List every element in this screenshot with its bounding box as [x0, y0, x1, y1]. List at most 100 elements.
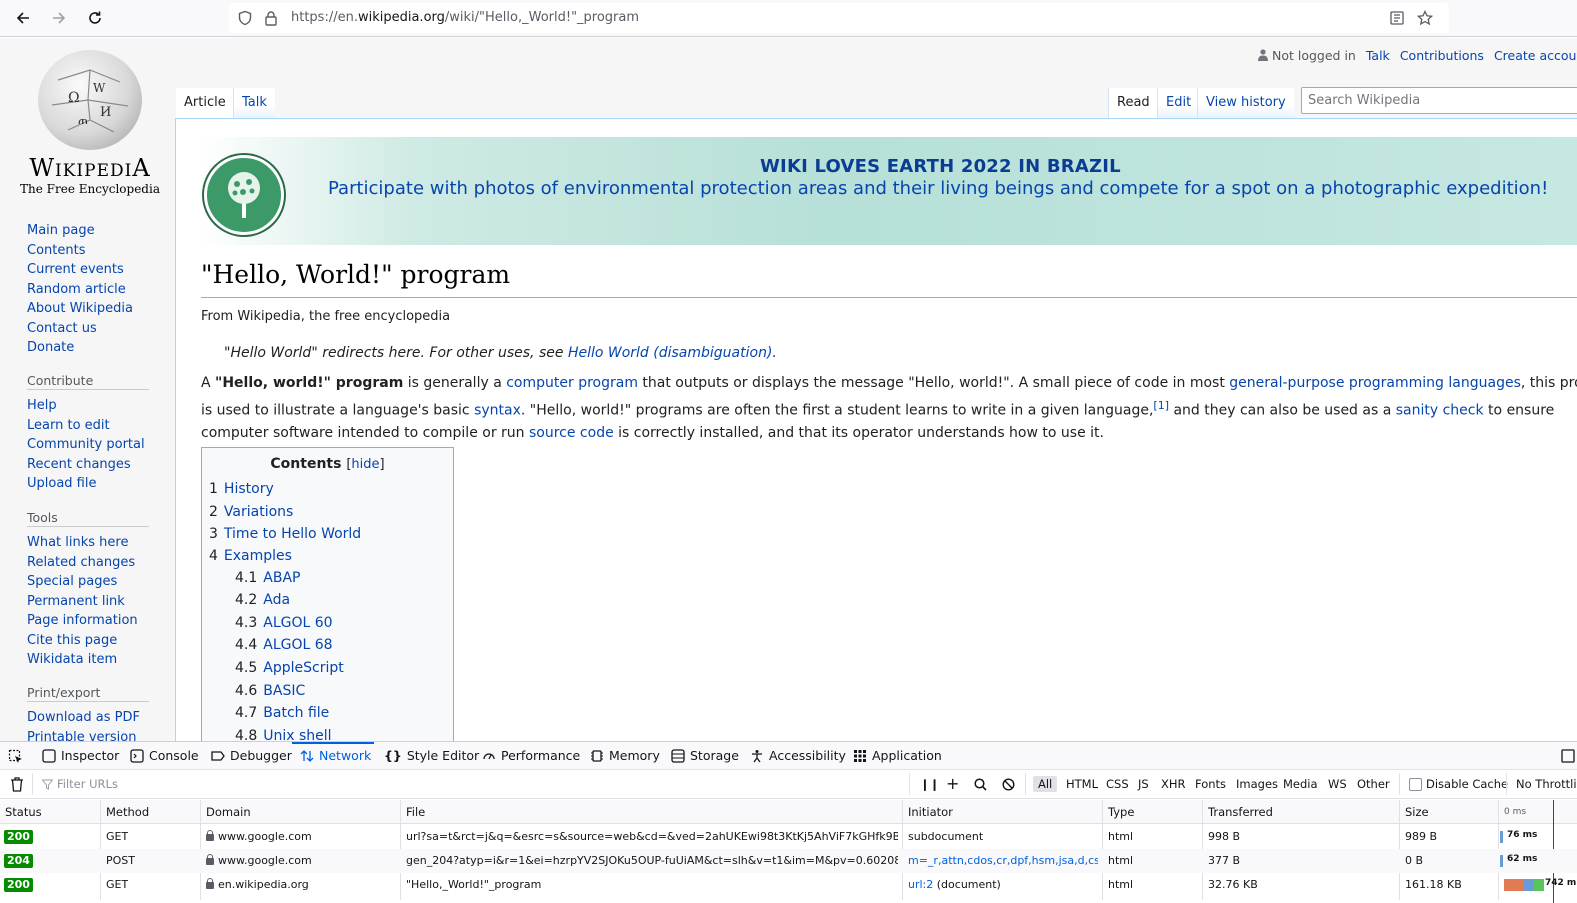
- filter-all[interactable]: All: [1033, 776, 1058, 792]
- toc-link[interactable]: BASIC: [263, 683, 305, 699]
- toc-item[interactable]: 4.6 BASIC: [235, 683, 305, 699]
- disambiguation-link[interactable]: Hello World (disambiguation): [568, 345, 772, 361]
- trash-icon[interactable]: [10, 777, 24, 792]
- toc-item[interactable]: 4.3 ALGOL 60: [235, 615, 333, 631]
- forward-button[interactable]: [46, 6, 72, 30]
- tab-performance[interactable]: Performance: [482, 748, 580, 763]
- tab-view-history[interactable]: View history: [1197, 88, 1294, 118]
- reload-button[interactable]: [82, 6, 108, 30]
- wikipedia-logo[interactable]: Ω W И ጠ WIKIPEDIA The Free Encyclopedia: [20, 50, 160, 196]
- tab-talk[interactable]: Talk: [233, 88, 275, 118]
- toc-link[interactable]: Ada: [263, 592, 290, 608]
- shield-icon[interactable]: [237, 10, 253, 26]
- toc-item[interactable]: 4.8 Unix shell: [235, 728, 332, 741]
- sidebar-item-contact-us[interactable]: Contact us: [27, 319, 133, 339]
- column-initiator[interactable]: Initiator: [908, 805, 953, 819]
- toc-item[interactable]: 4.2 Ada: [235, 592, 290, 608]
- sidebar-item-what-links-here[interactable]: What links here: [27, 533, 149, 553]
- filter-xhr[interactable]: XHR: [1161, 777, 1186, 791]
- column-type[interactable]: Type: [1108, 805, 1134, 819]
- initiator-link[interactable]: m=_r,attn,cdos,cr,dpf,hsm,jsa,d,csi:47..…: [908, 854, 1098, 867]
- column-file[interactable]: File: [406, 805, 425, 819]
- link-source-code[interactable]: source code: [529, 425, 614, 441]
- print-export-heading[interactable]: Print/export: [27, 684, 149, 702]
- search-icon[interactable]: [974, 778, 987, 791]
- disable-cache-checkbox[interactable]: [1409, 778, 1422, 791]
- sidebar-item-wikidata-item[interactable]: Wikidata item: [27, 650, 149, 670]
- toc-link[interactable]: ALGOL 60: [263, 615, 332, 631]
- column-transferred[interactable]: Transferred: [1208, 805, 1273, 819]
- filter-css[interactable]: CSS: [1106, 777, 1129, 791]
- pause-icon[interactable]: ❙❙: [920, 777, 939, 791]
- filter-other[interactable]: Other: [1357, 777, 1390, 791]
- column-domain[interactable]: Domain: [206, 805, 251, 819]
- toc-link[interactable]: AppleScript: [263, 660, 343, 676]
- tab-accessibility[interactable]: Accessibility: [750, 748, 846, 763]
- link-sanity-check[interactable]: sanity check: [1396, 403, 1484, 419]
- link-computer-program[interactable]: computer program: [506, 375, 638, 391]
- lock-icon[interactable]: [264, 10, 278, 26]
- toc-item[interactable]: 4.7 Batch file: [235, 705, 329, 721]
- sidebar-item-learn-to-edit[interactable]: Learn to edit: [27, 416, 149, 436]
- table-row[interactable]: 200 GET www.google.com url?sa=t&rct=j&q=…: [0, 825, 1577, 849]
- tab-edit[interactable]: Edit: [1157, 88, 1200, 118]
- toc-item[interactable]: 4.1 ABAP: [235, 570, 300, 586]
- tab-console[interactable]: Console: [130, 748, 199, 763]
- sidebar-item-upload-file[interactable]: Upload file: [27, 474, 149, 494]
- tools-heading[interactable]: Tools: [27, 509, 149, 527]
- tab-article[interactable]: Article: [176, 88, 234, 118]
- tab-debugger[interactable]: Debugger: [211, 748, 292, 763]
- toc-item[interactable]: 4.5 AppleScript: [235, 660, 344, 676]
- sidebar-item-related-changes[interactable]: Related changes: [27, 553, 149, 573]
- reader-view-icon[interactable]: [1389, 10, 1405, 26]
- sidebar-item-random-article[interactable]: Random article: [27, 280, 133, 300]
- sidebar-item-donate[interactable]: Donate: [27, 338, 133, 358]
- toc-link[interactable]: History: [224, 481, 274, 497]
- link-general-purpose-languages[interactable]: general-purpose programming languages: [1229, 375, 1521, 391]
- sidebar-item-main-page[interactable]: Main page: [27, 221, 133, 241]
- toc-item[interactable]: 3 Time to Hello World: [209, 526, 361, 542]
- sidebar-item-page-information[interactable]: Page information: [27, 611, 149, 631]
- dock-icon[interactable]: [1561, 749, 1575, 763]
- sidebar-item-about-wikipedia[interactable]: About Wikipedia: [27, 299, 133, 319]
- table-row[interactable]: 200 GET en.wikipedia.org "Hello,_World!"…: [0, 873, 1577, 897]
- bookmark-star-icon[interactable]: [1417, 10, 1433, 26]
- tab-application[interactable]: Application: [853, 748, 942, 763]
- reference-link[interactable]: [1]: [1153, 399, 1169, 412]
- filter-ws[interactable]: WS: [1328, 777, 1347, 791]
- url-text[interactable]: https://en.wikipedia.org/wiki/"Hello,_Wo…: [291, 10, 639, 25]
- tab-inspector[interactable]: Inspector: [42, 748, 119, 763]
- sidebar-item-recent-changes[interactable]: Recent changes: [27, 455, 149, 475]
- toc-item[interactable]: 4 Examples: [209, 548, 292, 564]
- sidebar-item-community-portal[interactable]: Community portal: [27, 435, 149, 455]
- sidebar-item-help[interactable]: Help: [27, 396, 149, 416]
- column-size[interactable]: Size: [1405, 805, 1429, 819]
- sidebar-item-cite-this-page[interactable]: Cite this page: [27, 631, 149, 651]
- toc-item[interactable]: 4.4 ALGOL 68: [235, 637, 333, 653]
- tab-network[interactable]: Network: [300, 748, 371, 763]
- column-waterfall[interactable]: 0 ms: [1504, 807, 1526, 817]
- initiator-link[interactable]: url:2: [908, 878, 933, 891]
- talk-link[interactable]: Talk: [1366, 48, 1390, 63]
- plus-icon[interactable]: +: [946, 774, 959, 793]
- sidebar-item-download-pdf[interactable]: Download as PDF: [27, 708, 149, 728]
- sidebar-item-special-pages[interactable]: Special pages: [27, 572, 149, 592]
- toc-hide-link[interactable]: hide: [351, 457, 379, 472]
- toc-link[interactable]: ALGOL 68: [263, 637, 332, 653]
- element-picker-icon[interactable]: [8, 749, 24, 765]
- tab-storage[interactable]: Storage: [671, 748, 739, 763]
- toc-link[interactable]: Unix shell: [263, 728, 331, 741]
- contributions-link[interactable]: Contributions: [1400, 48, 1484, 63]
- toc-item[interactable]: 1 History: [209, 481, 274, 497]
- campaign-banner[interactable]: WIKI LOVES EARTH 2022 IN BRAZIL Particip…: [200, 137, 1577, 245]
- column-status[interactable]: Status: [5, 805, 42, 819]
- throttling-select[interactable]: No Throttli: [1516, 777, 1577, 791]
- toc-link[interactable]: ABAP: [263, 570, 300, 586]
- filter-media[interactable]: Media: [1283, 777, 1318, 791]
- toc-item[interactable]: 2 Variations: [209, 504, 293, 520]
- filter-fonts[interactable]: Fonts: [1195, 777, 1226, 791]
- tab-memory[interactable]: Memory: [590, 748, 660, 763]
- tab-style-editor[interactable]: {} Style Editor: [384, 748, 479, 763]
- create-account-link[interactable]: Create accour: [1494, 48, 1577, 63]
- table-row[interactable]: 204 POST www.google.com gen_204?atyp=i&r…: [0, 849, 1577, 873]
